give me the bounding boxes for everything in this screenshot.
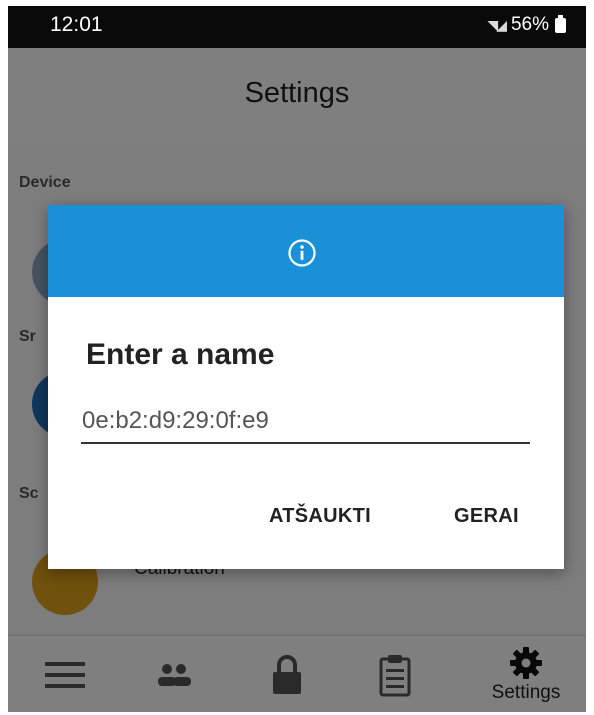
name-input[interactable] bbox=[81, 400, 530, 444]
name-dialog: Enter a name ATŠAUKTI GERAI bbox=[48, 205, 564, 569]
info-icon bbox=[288, 239, 316, 267]
dialog-title: Enter a name bbox=[86, 338, 275, 371]
dialog-header bbox=[48, 205, 564, 297]
status-time: 12:01 bbox=[50, 13, 103, 36]
battery-icon bbox=[555, 14, 566, 33]
cancel-button[interactable]: ATŠAUKTI bbox=[269, 505, 371, 528]
battery-percent: 56% bbox=[510, 14, 549, 35]
wifi-signal-icon: ◥◢ bbox=[487, 16, 506, 33]
status-bar: 12:01 ◥◢ 56% bbox=[8, 6, 586, 48]
status-indicators: ◥◢ 56% bbox=[487, 14, 566, 36]
ok-button[interactable]: GERAI bbox=[454, 505, 519, 528]
phone-screen: 12:01 ◥◢ 56% Settings Device Sr Sc Calib… bbox=[8, 6, 586, 712]
